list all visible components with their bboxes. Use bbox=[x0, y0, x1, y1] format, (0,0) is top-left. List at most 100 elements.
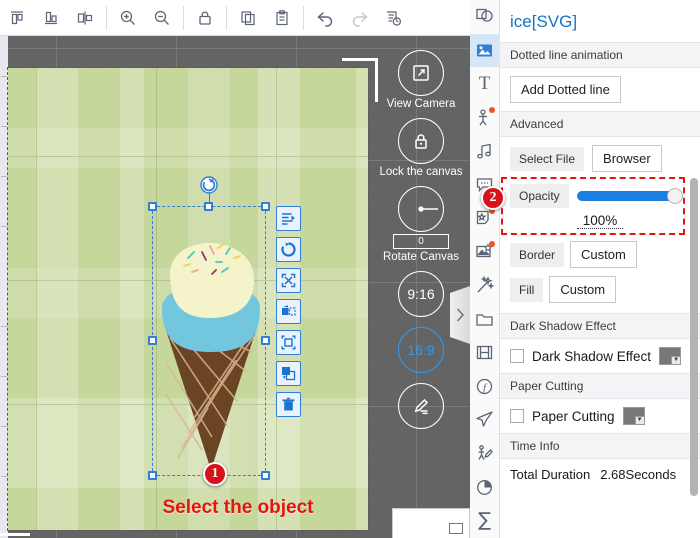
sidebar-item-music[interactable] bbox=[470, 134, 500, 168]
fill-custom-button[interactable]: Custom bbox=[549, 276, 617, 303]
canvas-stage[interactable]: 1 Select the object View Camera Lock the… bbox=[0, 36, 470, 538]
section-paper-cutting: Paper Cutting bbox=[500, 373, 700, 399]
opacity-slider-knob[interactable] bbox=[667, 188, 683, 204]
text-t-icon: T bbox=[478, 72, 491, 94]
opacity-label: Opacity bbox=[510, 184, 569, 208]
opacity-slider[interactable] bbox=[576, 188, 683, 204]
opacity-group: Opacity 100% bbox=[501, 177, 690, 235]
rotate-refresh-icon[interactable] bbox=[276, 237, 301, 262]
dark-shadow-checkbox[interactable] bbox=[510, 349, 524, 363]
align-top-icon[interactable] bbox=[0, 3, 34, 33]
resize-expand-icon[interactable] bbox=[276, 268, 301, 293]
sidebar-item-formula[interactable]: ∑ bbox=[470, 504, 500, 538]
paper-cutting-label: Paper Cutting bbox=[532, 408, 615, 424]
add-dotted-line-button[interactable]: Add Dotted line bbox=[510, 76, 621, 103]
select-file-label[interactable]: Select File bbox=[510, 146, 585, 171]
advanced-file-row: Select File Browser bbox=[500, 137, 700, 176]
resize-handle-bottom-right[interactable] bbox=[261, 471, 270, 480]
redo-icon[interactable] bbox=[342, 3, 376, 33]
vertical-ruler bbox=[0, 36, 8, 538]
sidebar-item-gallery[interactable] bbox=[470, 235, 500, 269]
notification-dot-icon bbox=[488, 241, 495, 248]
lock-canvas-button[interactable] bbox=[398, 118, 444, 164]
selection-box[interactable] bbox=[148, 176, 270, 480]
sidebar-item-folder[interactable] bbox=[470, 302, 500, 336]
svg-text:f: f bbox=[483, 382, 488, 394]
toolbar-divider bbox=[303, 5, 304, 30]
section-time-info: Time Info bbox=[500, 433, 700, 459]
fill-row: Fill Custom bbox=[500, 270, 700, 313]
resize-handle-top-center[interactable] bbox=[204, 202, 213, 211]
paper-cutting-checkbox[interactable] bbox=[510, 409, 524, 423]
resize-handle-middle-right[interactable] bbox=[261, 336, 270, 345]
ratio-portrait-button[interactable]: 9:16 bbox=[398, 271, 444, 317]
sidebar-item-magic[interactable] bbox=[470, 269, 500, 303]
edit-draw-button[interactable] bbox=[398, 383, 444, 429]
zoom-out-icon[interactable] bbox=[145, 3, 179, 33]
lock-icon[interactable] bbox=[188, 3, 222, 33]
history-icon[interactable] bbox=[376, 3, 410, 33]
sidebar-item-pose[interactable] bbox=[470, 437, 500, 471]
section-dotted-line: Dotted line animation bbox=[500, 42, 700, 68]
browser-button[interactable]: Browser bbox=[592, 145, 662, 172]
time-info-body: Total Duration 2.68Seconds bbox=[500, 459, 700, 490]
align-bottom-icon[interactable] bbox=[34, 3, 68, 33]
ratio-landscape-button[interactable]: 16:9 bbox=[398, 327, 444, 373]
delete-trash-icon[interactable] bbox=[276, 392, 301, 417]
panel-window-icon bbox=[449, 523, 463, 534]
chevron-down-icon: ▼ bbox=[634, 416, 644, 424]
copy-icon[interactable] bbox=[231, 3, 265, 33]
view-camera-label: View Camera bbox=[386, 98, 456, 110]
toolbar-divider bbox=[226, 5, 227, 30]
border-row: Border Custom bbox=[500, 231, 700, 270]
dotted-line-body: Add Dotted line bbox=[500, 68, 700, 111]
resize-handle-bottom-left[interactable] bbox=[148, 471, 157, 480]
sidebar-item-text[interactable]: T bbox=[470, 67, 500, 101]
undo-icon[interactable] bbox=[308, 3, 342, 33]
step-1-badge: 1 bbox=[203, 462, 227, 486]
toolbar-zoom-group bbox=[111, 0, 179, 35]
zoom-in-icon[interactable] bbox=[111, 3, 145, 33]
properties-scrollbar[interactable] bbox=[690, 178, 698, 496]
sidebar-item-character[interactable] bbox=[470, 101, 500, 135]
left-icon-sidebar: T f ∑ bbox=[469, 0, 500, 538]
rotate-canvas-input[interactable]: 0 bbox=[393, 234, 449, 249]
chevron-down-icon: ▼ bbox=[671, 356, 681, 364]
rotate-canvas-dial[interactable] bbox=[398, 186, 444, 232]
object-tools-panel bbox=[276, 206, 302, 417]
sidebar-item-shapes[interactable] bbox=[470, 0, 500, 34]
resize-handle-top-right[interactable] bbox=[261, 202, 270, 211]
view-camera-button[interactable] bbox=[398, 50, 444, 96]
sidebar-item-image[interactable] bbox=[469, 33, 500, 68]
paste-icon[interactable] bbox=[265, 3, 299, 33]
sidebar-item-chart[interactable] bbox=[470, 470, 500, 504]
resize-handle-top-left[interactable] bbox=[148, 202, 157, 211]
page-title: ice[SVG] bbox=[510, 12, 578, 31]
total-duration-value: 2.68Seconds bbox=[600, 467, 677, 482]
properties-panel: ice[SVG] Dotted line animation Add Dotte… bbox=[500, 0, 700, 538]
resize-handle-middle-left[interactable] bbox=[148, 336, 157, 345]
paper-cutting-body: Paper Cutting ▼ bbox=[500, 399, 700, 433]
crop-mark-bottom-left bbox=[0, 494, 30, 536]
dark-shadow-label: Dark Shadow Effect bbox=[532, 348, 652, 364]
sidebar-item-motion[interactable] bbox=[470, 403, 500, 437]
lock-canvas-label: Lock the canvas bbox=[379, 166, 463, 178]
sidebar-item-video[interactable] bbox=[470, 336, 500, 370]
rotate-canvas-label: Rotate Canvas bbox=[382, 251, 460, 263]
canvas-controls: View Camera Lock the canvas 0 Rotate Can… bbox=[372, 36, 470, 538]
dark-shadow-body: Dark Shadow Effect ▼ bbox=[500, 339, 700, 373]
duplicate-icon[interactable] bbox=[276, 361, 301, 386]
rotate-handle-icon[interactable] bbox=[200, 176, 218, 194]
flip-mirror-icon[interactable] bbox=[276, 299, 301, 324]
top-toolbar bbox=[0, 0, 470, 36]
step-2-badge: 2 bbox=[481, 186, 505, 210]
bottom-floating-panel[interactable] bbox=[392, 508, 470, 538]
panel-collapse-toggle[interactable] bbox=[450, 286, 470, 344]
fit-crop-icon[interactable] bbox=[276, 330, 301, 355]
border-custom-button[interactable]: Custom bbox=[570, 241, 637, 268]
order-layers-icon[interactable] bbox=[276, 206, 301, 231]
align-center-icon[interactable] bbox=[68, 3, 102, 33]
dark-shadow-color-swatch[interactable]: ▼ bbox=[659, 347, 682, 365]
paper-cutting-color-swatch[interactable]: ▼ bbox=[622, 407, 645, 425]
sidebar-item-function[interactable]: f bbox=[470, 370, 500, 404]
